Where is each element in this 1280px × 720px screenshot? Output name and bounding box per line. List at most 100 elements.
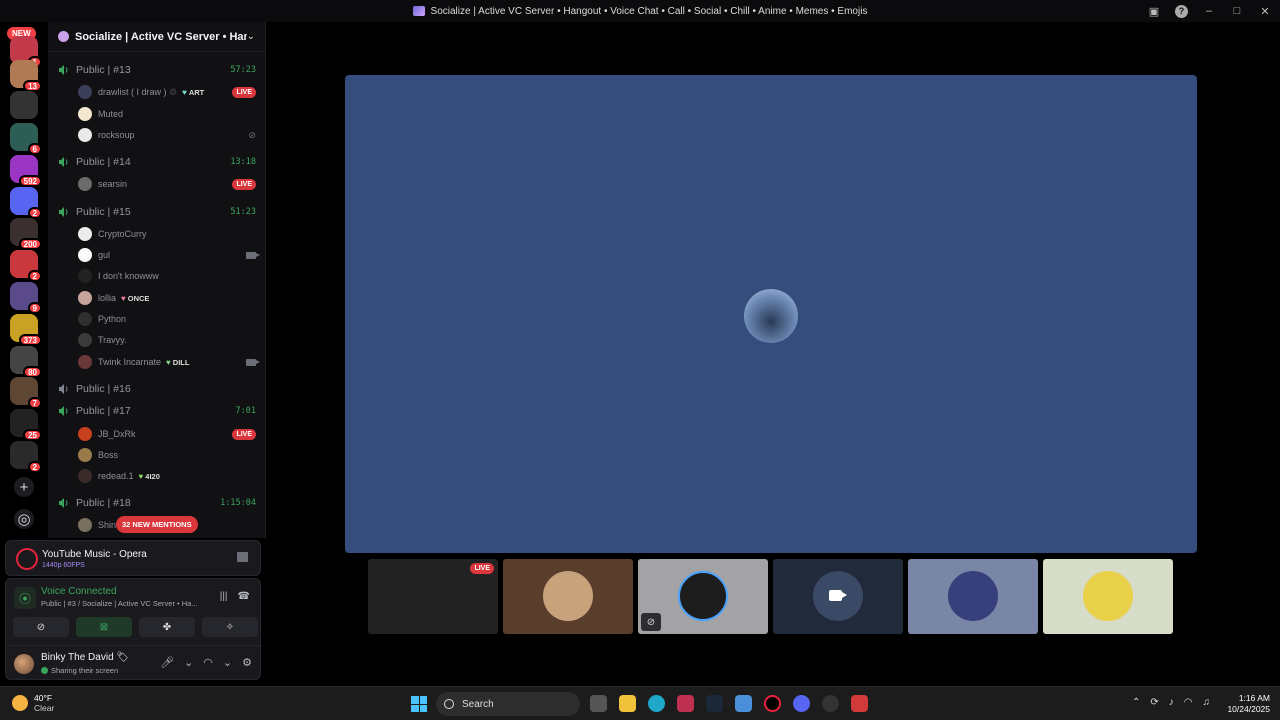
help-icon[interactable]: ? xyxy=(1175,4,1188,18)
server-badge: 592 xyxy=(18,175,42,187)
camera-off-button[interactable]: ⊘ xyxy=(13,617,69,637)
server-icon[interactable]: 2 xyxy=(10,187,42,219)
volume-icon[interactable]: ♫ xyxy=(1203,697,1211,708)
server-icon[interactable]: 2 xyxy=(10,250,42,282)
voice-channel-18[interactable]: Public | #18 1:15:04 xyxy=(58,494,256,512)
avatar xyxy=(78,355,92,369)
taskbar-search[interactable]: Search xyxy=(436,692,580,716)
soundboard-button[interactable]: ✧ xyxy=(202,617,258,637)
minimize-button[interactable]: – xyxy=(1202,4,1216,18)
microphone-icon[interactable]: ♪ xyxy=(1169,697,1174,708)
avatar xyxy=(543,571,593,621)
temperature: 40°F xyxy=(34,693,53,703)
inbox-icon[interactable]: ▣ xyxy=(1147,4,1161,18)
clock[interactable]: 1:16 AM 10/24/2025 xyxy=(1227,693,1270,715)
server-icon[interactable]: 6 xyxy=(10,123,42,155)
notepad-icon[interactable] xyxy=(735,695,752,712)
discover-servers-button[interactable]: ◎ xyxy=(14,509,34,529)
app-icon[interactable] xyxy=(851,695,868,712)
voice-channel-15[interactable]: Public | #15 51:23 xyxy=(58,203,256,221)
headphones-icon[interactable]: ◠ xyxy=(203,656,213,669)
participant-tile[interactable] xyxy=(773,559,903,634)
task-view-icon[interactable] xyxy=(590,695,607,712)
store-icon[interactable] xyxy=(677,695,694,712)
server-icon[interactable]: 2 xyxy=(10,441,42,473)
tag-label: ONCE xyxy=(127,293,150,303)
activities-button[interactable]: ✤ xyxy=(139,617,195,637)
window-title: Socialize | Active VC Server • Hangout •… xyxy=(430,5,868,17)
start-button[interactable] xyxy=(411,696,427,712)
voice-channel-13[interactable]: Public | #13 57:23 xyxy=(58,61,256,79)
screen-share-button[interactable]: ⊠ xyxy=(76,617,132,637)
voice-user[interactable]: drawlist ( I draw ) ♲ ♥ ART LIVE xyxy=(78,83,256,101)
avatar[interactable] xyxy=(14,654,34,674)
steam-icon[interactable] xyxy=(706,695,723,712)
chevron-down-icon[interactable]: ⌄ xyxy=(247,31,255,42)
chevron-down-icon[interactable]: ⌄ xyxy=(184,656,193,669)
file-explorer-icon[interactable] xyxy=(619,695,636,712)
user-name[interactable]: Binky The David 🏷 xyxy=(41,652,129,663)
voice-user[interactable]: JB_DxRk LIVE xyxy=(78,425,256,443)
opera-icon[interactable] xyxy=(764,695,781,712)
voice-user[interactable]: Twink Incarnate ♥ DILL xyxy=(78,353,260,371)
add-server-button[interactable]: + xyxy=(14,477,34,497)
voice-user[interactable]: redead.1 ♥ 4I20 xyxy=(78,467,256,485)
participant-tile[interactable] xyxy=(503,559,633,634)
focused-participant[interactable] xyxy=(345,75,1197,553)
noise-suppression-icon[interactable]: ||| xyxy=(220,591,228,602)
sync-icon[interactable]: ⟳ xyxy=(1150,697,1158,708)
voice-user[interactable]: lollia ♥ ONCE xyxy=(78,289,256,307)
user-name: searsin xyxy=(98,179,128,189)
participant-tile[interactable] xyxy=(1043,559,1173,634)
activity-title: YouTube Music - Opera xyxy=(42,549,147,560)
server-icon[interactable]: 373 xyxy=(10,314,42,346)
settings-gear-icon[interactable]: ⚙ xyxy=(242,656,252,669)
activity-panel[interactable]: YouTube Music - Opera 1440p 60FPS xyxy=(5,540,261,576)
server-icon[interactable] xyxy=(10,91,38,119)
participant-tile[interactable]: ⊘ xyxy=(638,559,768,634)
voice-user[interactable]: I don't knowww xyxy=(78,267,256,285)
stream-quality: 1440p 60FPS xyxy=(42,562,85,569)
server-icon[interactable]: 7 xyxy=(10,377,42,409)
participant-tiles: LIVE ⊘ xyxy=(368,559,1173,634)
edge-icon[interactable] xyxy=(648,695,665,712)
voice-user[interactable]: gul xyxy=(78,246,260,264)
server-icon[interactable]: 9 xyxy=(10,282,42,314)
server-icon[interactable]: 80 xyxy=(10,346,42,378)
server-icon[interactable]: 25 xyxy=(10,409,42,441)
server-icon[interactable]: 13 xyxy=(10,60,42,92)
voice-user[interactable]: rocksoup ⊘ xyxy=(78,126,256,144)
server-header[interactable]: Socialize | Active VC Server • Han... ⌄ xyxy=(48,22,265,52)
discord-icon[interactable] xyxy=(793,695,810,712)
stop-stream-icon[interactable] xyxy=(237,552,248,562)
stream-tile[interactable]: LIVE xyxy=(368,559,498,634)
user-tag: ♥ ONCE xyxy=(121,294,149,303)
voice-user[interactable]: searsin LIVE xyxy=(78,175,256,193)
voice-channel-17[interactable]: Public | #17 7:01 xyxy=(58,402,256,420)
chevron-down-icon[interactable]: ⌄ xyxy=(223,656,232,669)
obs-icon[interactable] xyxy=(822,695,839,712)
wifi-icon[interactable]: ◠ xyxy=(1184,697,1193,708)
voice-user[interactable]: CryptoCurry xyxy=(78,225,256,243)
server-icon[interactable]: 200 xyxy=(10,218,42,250)
disconnect-icon[interactable]: ☎ xyxy=(238,591,250,602)
new-mentions-pill[interactable]: 32 NEW MENTIONS xyxy=(116,516,198,533)
channel-name: Public | #13 xyxy=(76,64,131,76)
voice-user[interactable]: Travyy. xyxy=(78,331,256,349)
server-icon[interactable]: 592 xyxy=(10,155,42,187)
voice-user[interactable]: Boss xyxy=(78,446,256,464)
weather-widget[interactable]: 40°F Clear xyxy=(12,693,54,713)
maximize-button[interactable]: □ xyxy=(1230,4,1244,18)
microphone-icon[interactable]: 🎤︎ xyxy=(160,656,174,669)
voice-user[interactable]: Python xyxy=(78,310,256,328)
voice-user[interactable]: Muted xyxy=(78,105,256,123)
signal-icon[interactable]: ⦿ xyxy=(14,587,36,609)
voice-channel-16[interactable]: Public | #16 xyxy=(58,380,256,398)
close-button[interactable]: ✕ xyxy=(1258,4,1272,18)
voice-channel-path[interactable]: Public | #3 / Socialize | Active VC Serv… xyxy=(41,599,198,608)
chevron-up-icon[interactable]: ⌃ xyxy=(1132,697,1140,708)
participant-tile[interactable] xyxy=(908,559,1038,634)
voice-channel-14[interactable]: Public | #14 13:18 xyxy=(58,153,256,171)
speaker-icon xyxy=(59,498,68,508)
user-name: rocksoup xyxy=(98,130,135,140)
